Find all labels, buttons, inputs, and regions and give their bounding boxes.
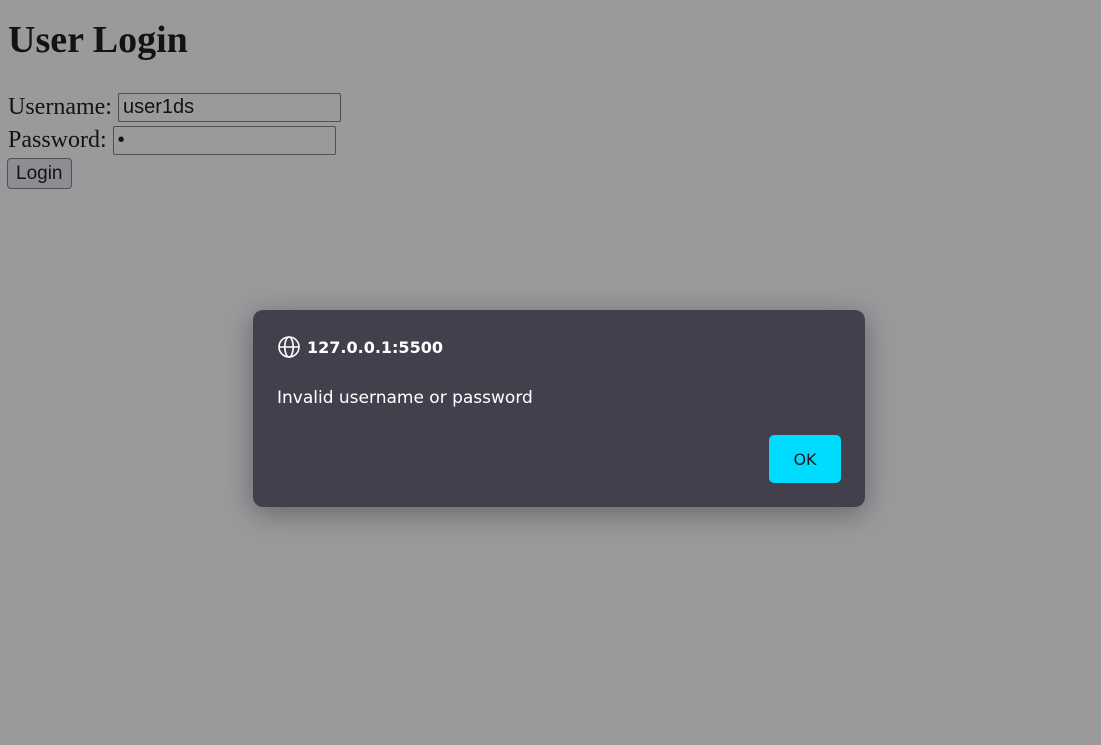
ok-button[interactable]: OK — [769, 435, 841, 483]
dialog-origin: 127.0.0.1:5500 — [307, 337, 443, 357]
dialog-message: Invalid username or password — [277, 388, 533, 408]
dialog-header: 127.0.0.1:5500 — [277, 334, 443, 360]
alert-dialog: 127.0.0.1:5500 Invalid username or passw… — [253, 310, 865, 507]
globe-icon — [277, 335, 301, 359]
